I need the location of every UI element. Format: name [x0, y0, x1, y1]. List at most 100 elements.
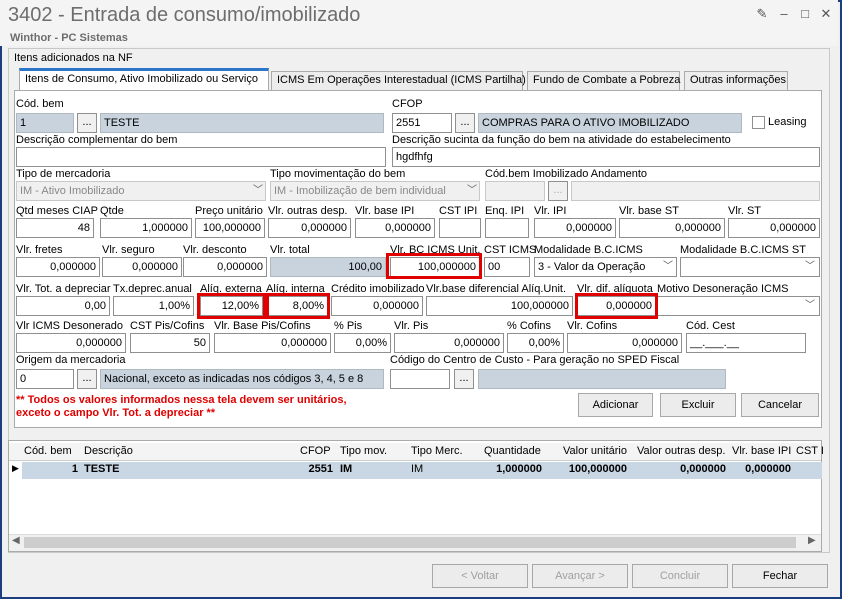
origem-desc: Nacional, exceto as indicadas nos código… [100, 369, 384, 389]
cst-ipi-label: CST IPI [439, 205, 478, 217]
tipo-merc-select[interactable]: IM - Ativo Imobilizado [16, 181, 266, 201]
vlr-desconto-input[interactable]: 0,000000 [183, 257, 267, 277]
chevron-down-icon[interactable]: ﹀ [464, 181, 480, 201]
cst-ipi-input[interactable] [439, 218, 481, 238]
grid-header-descricao[interactable]: Descrição [84, 445, 133, 461]
vlr-base-ipi-input[interactable]: 0,000000 [355, 218, 435, 238]
tab-fundo-pobreza[interactable]: Fundo de Combate a Pobreza [527, 71, 680, 90]
grid-header-tipo-merc[interactable]: Tipo Merc. [411, 445, 463, 461]
cod-bem-search-button[interactable]: ... [77, 113, 97, 133]
excluir-button[interactable]: Excluir [660, 393, 736, 417]
credito-imob-input[interactable]: 0,000000 [331, 296, 423, 316]
scrollbar-thumb[interactable] [24, 537, 796, 548]
vlr-icms-deson-input[interactable]: 0,000000 [16, 333, 126, 353]
tab-icms-partilha[interactable]: ICMS Em Operações Interestadual (ICMS Pa… [271, 71, 526, 90]
edit-icon[interactable]: ✎ [754, 6, 770, 22]
tipo-mov-label: Tipo movimentação do bem [270, 168, 406, 180]
modalidade-bc-select[interactable]: 3 - Valor da Operação [534, 257, 677, 277]
qtde-input[interactable]: 1,000000 [100, 218, 192, 238]
fechar-button[interactable]: Fechar [732, 564, 828, 588]
grid-header-quantidade[interactable]: Quantidade [484, 445, 541, 461]
motivo-desoneracao-label: Motivo Desoneração ICMS [657, 283, 789, 295]
modalidade-bc-st-select[interactable] [680, 257, 820, 277]
cod-bem-imob-input[interactable] [485, 181, 545, 201]
scroll-left-icon[interactable]: ◀ [12, 535, 20, 546]
vlr-ipi-input[interactable]: 0,000000 [534, 218, 616, 238]
vlr-tot-depreciar-input[interactable]: 0,00 [16, 296, 110, 316]
tipo-mov-select[interactable]: IM - Imobilização de bem individual [270, 181, 480, 201]
cfop-search-button[interactable]: ... [455, 113, 475, 133]
leasing-label: Leasing [768, 116, 807, 128]
credito-imob-label: Crédito imobilizado [331, 283, 425, 295]
grid-header-vlr-base-ipi[interactable]: Vlr. base IPI [732, 445, 791, 461]
origem-input[interactable]: 0 [16, 369, 74, 389]
centro-custo-search-button[interactable]: ... [454, 369, 474, 389]
grid-header-tipo-mov[interactable]: Tipo mov. [340, 445, 387, 461]
tab-outras[interactable]: Outras informações [684, 71, 788, 90]
vlr-seguro-input[interactable]: 0,000000 [102, 257, 182, 277]
vlr-pis-input[interactable]: 0,000000 [394, 333, 504, 353]
grid-header-cfop[interactable]: CFOP [300, 445, 331, 461]
grid-header-cod-bem[interactable]: Cód. bem [24, 445, 72, 461]
cod-bem-imob-search-button[interactable]: ... [548, 181, 568, 201]
cod-cest-input[interactable]: __.___.__ [686, 333, 806, 353]
grid-cell-cfop: 2551 [308, 463, 333, 475]
tx-deprec-input[interactable]: 1,00% [113, 296, 194, 316]
cancelar-button[interactable]: Cancelar [741, 393, 819, 417]
leasing-checkbox[interactable] [752, 116, 765, 129]
pct-pis-label: % Pis [334, 320, 363, 332]
chevron-down-icon[interactable]: ﹀ [802, 257, 818, 277]
minimize-icon[interactable]: – [776, 6, 792, 22]
centro-custo-input[interactable] [390, 369, 450, 389]
cst-icms-input[interactable]: 00 [484, 257, 530, 277]
motivo-desoneracao-select[interactable] [657, 296, 820, 316]
row-pointer-icon: ▶ [12, 463, 19, 473]
vlr-st-input[interactable]: 0,000000 [728, 218, 820, 238]
vlr-base-st-input[interactable]: 0,000000 [619, 218, 725, 238]
chevron-down-icon[interactable]: ﹀ [660, 257, 676, 277]
cod-bem-label: Cód. bem [16, 98, 64, 110]
tab-consumo[interactable]: Itens de Consumo, Ativo Imobilizado ou S… [19, 68, 269, 91]
vlr-total-label: Vlr. total [270, 244, 310, 256]
vlr-fretes-input[interactable]: 0,000000 [16, 257, 100, 277]
vlr-cofins-input[interactable]: 0,000000 [567, 333, 682, 353]
highlight-vlr-bc-icms [386, 253, 482, 279]
grid-header-valor-unitario[interactable]: Valor unitário [563, 445, 627, 461]
cst-pis-input[interactable]: 50 [130, 333, 210, 353]
cst-pis-label: CST Pis/Cofins [130, 320, 205, 332]
adicionar-button[interactable]: Adicionar [578, 393, 653, 417]
desc-func-input[interactable]: hgdfhfg [392, 147, 820, 167]
vlr-base-pis-input[interactable]: 0,000000 [214, 333, 331, 353]
vlr-outras-input[interactable]: 0,000000 [268, 218, 351, 238]
chevron-down-icon[interactable]: ﹀ [802, 296, 818, 316]
qtd-meses-input[interactable]: 48 [16, 218, 94, 238]
centro-custo-label: Código do Centro de Custo - Para geração… [390, 354, 680, 366]
vlr-pis-label: Vlr. Pis [394, 320, 429, 332]
cfop-input[interactable]: 2551 [392, 113, 452, 133]
voltar-button[interactable]: < Voltar [432, 564, 528, 588]
grid-cell-descricao: TESTE [84, 463, 120, 475]
cod-bem-imob-desc [571, 181, 820, 201]
pct-pis-input[interactable]: 0,00% [334, 333, 391, 353]
concluir-button[interactable]: Concluir [632, 564, 728, 588]
maximize-icon[interactable]: □ [797, 6, 813, 22]
preco-unitario-input[interactable]: 100,000000 [195, 218, 265, 238]
chevron-down-icon[interactable]: ﹀ [250, 181, 266, 201]
origem-search-button[interactable]: ... [77, 369, 97, 389]
desc-compl-input[interactable] [16, 147, 386, 167]
close-icon[interactable]: ✕ [818, 6, 834, 22]
cod-bem-input[interactable]: 1 [16, 113, 74, 133]
group-label: Itens adicionados na NF [14, 52, 133, 64]
cod-cest-label: Cód. Cest [686, 320, 735, 332]
preco-unitario-label: Preço unitário [195, 205, 263, 217]
vlr-base-dif-input[interactable]: 100,000000 [426, 296, 573, 316]
enq-ipi-input[interactable] [485, 218, 529, 238]
scroll-right-icon[interactable]: ▶ [808, 535, 816, 546]
grid-header-valor-outras[interactable]: Valor outras desp. [637, 445, 725, 461]
grid-header-cst-ipi[interactable]: CST I [796, 445, 824, 461]
vlr-tot-depreciar-label: Vlr. Tot. a depreciar [16, 283, 111, 295]
origem-label: Origem da mercadoria [16, 354, 126, 366]
centro-custo-desc [478, 369, 726, 389]
pct-cofins-input[interactable]: 0,00% [507, 333, 564, 353]
avancar-button[interactable]: Avançar > [532, 564, 628, 588]
